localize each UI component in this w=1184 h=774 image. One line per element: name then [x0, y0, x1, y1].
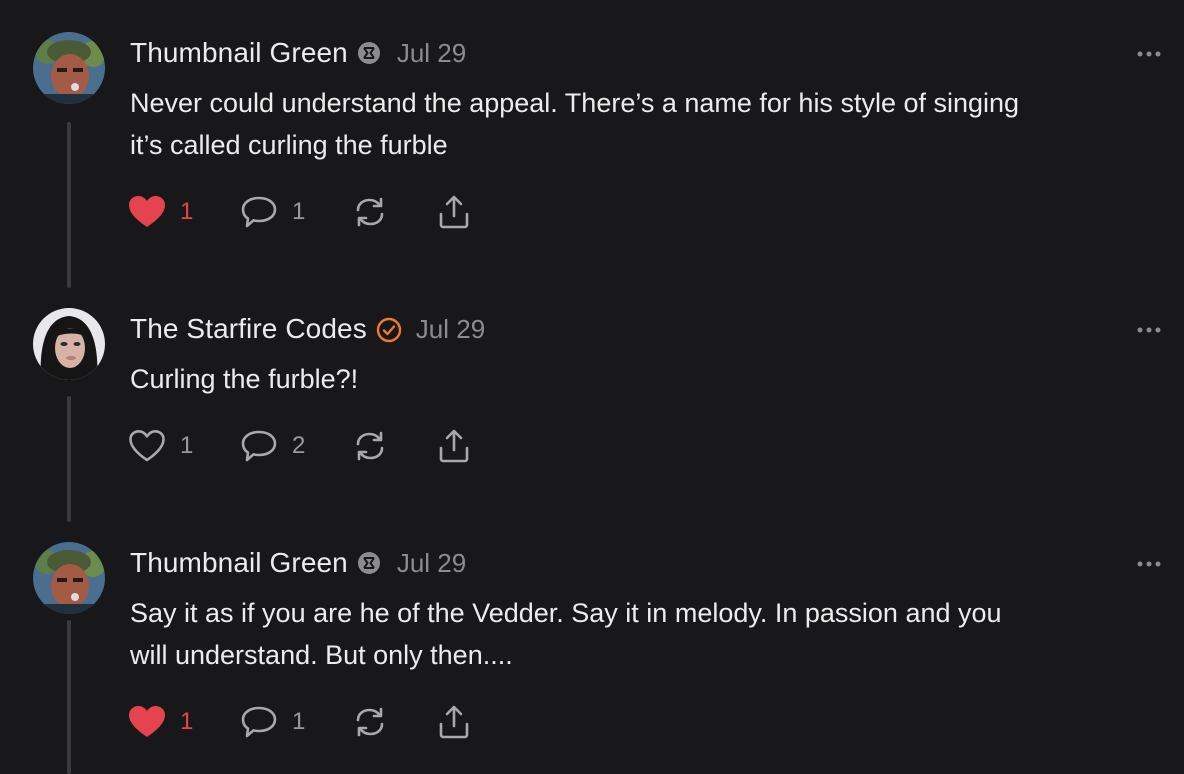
like-button[interactable]: 1	[128, 705, 240, 739]
comment-bubble-icon	[241, 430, 277, 462]
thread-line	[67, 620, 71, 774]
comment-date[interactable]: Jul 29	[397, 548, 466, 579]
like-count: 1	[180, 198, 194, 225]
like-button[interactable]: 1	[128, 195, 240, 229]
comment-text-line: will understand. But only then....	[130, 640, 513, 670]
comment-text-line: Curling the furble?!	[130, 364, 359, 394]
restack-button[interactable]	[352, 429, 436, 463]
restack-icon	[356, 197, 384, 227]
restack-icon	[356, 431, 384, 461]
share-button[interactable]	[436, 194, 472, 230]
comment-header: Thumbnail Green Jul 29	[130, 543, 466, 583]
like-count: 1	[180, 432, 194, 459]
restack-icon	[356, 707, 384, 737]
comment-bubble-icon	[241, 196, 277, 228]
reply-count: 1	[292, 708, 306, 735]
avatar[interactable]	[33, 542, 105, 614]
reply-button[interactable]: 2	[240, 429, 352, 463]
comment-body: Never could understand the appeal. There…	[130, 82, 1160, 166]
share-button[interactable]	[436, 704, 472, 740]
reply-button[interactable]: 1	[240, 195, 352, 229]
heart-outline-icon	[129, 430, 165, 462]
comment-date[interactable]: Jul 29	[397, 38, 466, 69]
author-name[interactable]: Thumbnail Green	[130, 547, 348, 579]
comment-body: Say it as if you are he of the Vedder. S…	[130, 592, 1160, 676]
reply-count: 1	[292, 198, 306, 225]
community-badge-icon	[357, 41, 381, 65]
avatar[interactable]	[33, 308, 105, 380]
verified-check-icon	[376, 317, 401, 343]
share-button[interactable]	[436, 428, 472, 464]
like-count: 1	[180, 708, 194, 735]
heart-filled-icon	[129, 706, 165, 737]
author-name[interactable]: The Starfire Codes	[130, 313, 367, 345]
share-icon	[439, 195, 469, 229]
like-button[interactable]: 1	[128, 429, 240, 463]
comment-actions: 1 2	[128, 426, 472, 466]
author-name[interactable]: Thumbnail Green	[130, 37, 348, 69]
heart-filled-icon	[129, 196, 165, 227]
comment-actions: 1 1	[128, 192, 472, 232]
avatar[interactable]	[33, 32, 105, 104]
thread-line	[67, 396, 71, 522]
comment-header: The Starfire Codes Jul 29	[130, 309, 485, 349]
reply-button[interactable]: 1	[240, 705, 352, 739]
comment-bubble-icon	[241, 706, 277, 738]
community-badge-icon	[357, 551, 381, 575]
share-icon	[439, 429, 469, 463]
restack-button[interactable]	[352, 705, 436, 739]
comment-date[interactable]: Jul 29	[416, 314, 485, 345]
restack-button[interactable]	[352, 195, 436, 229]
comment-text-line: Say it as if you are he of the Vedder. S…	[130, 598, 1002, 628]
more-options-icon[interactable]	[1136, 556, 1162, 567]
more-options-icon[interactable]	[1136, 46, 1162, 57]
more-options-icon[interactable]	[1136, 322, 1162, 333]
thread-line	[67, 122, 71, 288]
share-icon	[439, 705, 469, 739]
comment-body: Curling the furble?!	[130, 358, 1160, 400]
comment-header: Thumbnail Green Jul 29	[130, 33, 466, 73]
comment-text-line: Never could understand the appeal. There…	[130, 88, 1020, 118]
reply-count: 2	[292, 432, 306, 459]
comment-actions: 1 1	[128, 702, 472, 742]
comment-text-line: it’s called curling the furble	[130, 130, 448, 160]
